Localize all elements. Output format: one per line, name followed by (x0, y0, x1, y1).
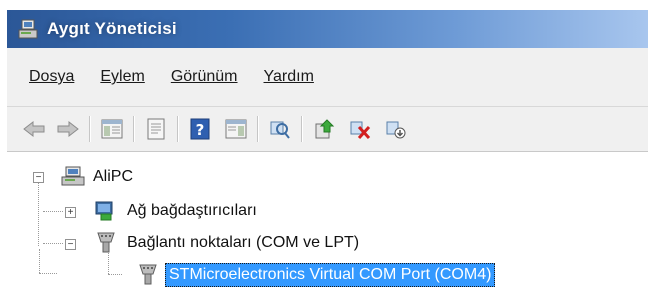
tree-connector (39, 273, 57, 274)
menu-dosya-label: Dosya (29, 68, 75, 85)
properties-button[interactable] (143, 116, 169, 142)
tree-connector (38, 176, 39, 246)
properties-icon (147, 118, 165, 140)
tree-connector (108, 274, 122, 275)
back-button[interactable] (21, 116, 47, 142)
toolbar-separator (301, 116, 303, 142)
toolbar-separator (89, 116, 91, 142)
tree-connector (43, 243, 63, 244)
tree-item-ports[interactable]: Bağlantı noktaları (COM ve LPT) (93, 228, 359, 258)
menu-gorunum[interactable]: Görünüm (171, 68, 238, 86)
network-adapter-icon (95, 201, 113, 221)
uninstall-device-icon (350, 121, 371, 140)
update-driver-button[interactable] (311, 116, 337, 142)
menu-eylem[interactable]: Eylem (100, 68, 144, 86)
title-bar[interactable]: Aygıt Yöneticisi (7, 10, 648, 48)
toolbar-separator (257, 116, 259, 142)
show-hide-console-tree-button[interactable] (99, 116, 125, 142)
update-driver-icon (315, 119, 335, 139)
scan-hardware-button[interactable] (267, 116, 293, 142)
help-icon: ? (190, 118, 210, 140)
action-pane-button[interactable] (223, 116, 249, 142)
tree-item-network-adapters[interactable]: Ağ bağdaştırıcıları (93, 196, 257, 226)
tree-expander-ports[interactable]: − (65, 239, 76, 250)
menu-yardim[interactable]: Yardım (264, 68, 314, 86)
disable-device-button[interactable] (383, 116, 409, 142)
device-manager-window: Aygıt Yöneticisi Dosya Eylem Görünüm Yar… (7, 0, 648, 293)
port-connector-icon (139, 264, 157, 285)
menu-yardim-label: Yardım (263, 68, 314, 85)
action-pane-icon (225, 119, 247, 139)
tree-expander-network-adapters[interactable]: + (65, 207, 76, 218)
tree-item-stm-virtual-com-port[interactable]: STMicroelectronics Virtual COM Port (COM… (135, 260, 496, 290)
toolbar-separator (177, 116, 179, 142)
menu-gorunum-label: Görünüm (170, 68, 238, 85)
tree-item-root[interactable]: AliPC (59, 162, 133, 192)
tree-item-label: Bağlantı noktaları (COM ve LPT) (127, 234, 360, 251)
scan-hardware-icon (270, 121, 290, 139)
help-button[interactable]: ? (187, 116, 213, 142)
tree-item-label: Ağ bağdaştırıcıları (127, 202, 257, 219)
uninstall-device-button[interactable] (347, 116, 373, 142)
back-icon (23, 120, 45, 138)
forward-button[interactable] (55, 116, 81, 142)
toolbar-separator (133, 116, 135, 142)
tree-connector (39, 249, 40, 273)
tree-expander-root[interactable]: − (33, 172, 44, 183)
tree-item-label: AliPC (93, 168, 134, 185)
menu-eylem-label: Eylem (100, 68, 145, 85)
svg-text:?: ? (196, 121, 205, 139)
computer-icon (61, 166, 85, 186)
disable-device-icon (386, 121, 406, 139)
tree-item-label-selected: STMicroelectronics Virtual COM Port (COM… (165, 263, 496, 287)
window-title: Aygıt Yöneticisi (47, 19, 177, 38)
menu-dosya[interactable]: Dosya (29, 68, 74, 86)
show-hide-console-tree-icon (101, 119, 123, 139)
device-manager-icon (18, 19, 38, 39)
device-tree: − AliPC + Ağ bağdaştırıcıları − Bağlantı… (7, 152, 648, 293)
port-connector-icon (97, 232, 115, 253)
forward-icon (57, 120, 79, 138)
tree-connector (43, 211, 63, 212)
menu-bar: Dosya Eylem Görünüm Yardım (7, 48, 648, 107)
toolbar: ? (7, 107, 648, 152)
